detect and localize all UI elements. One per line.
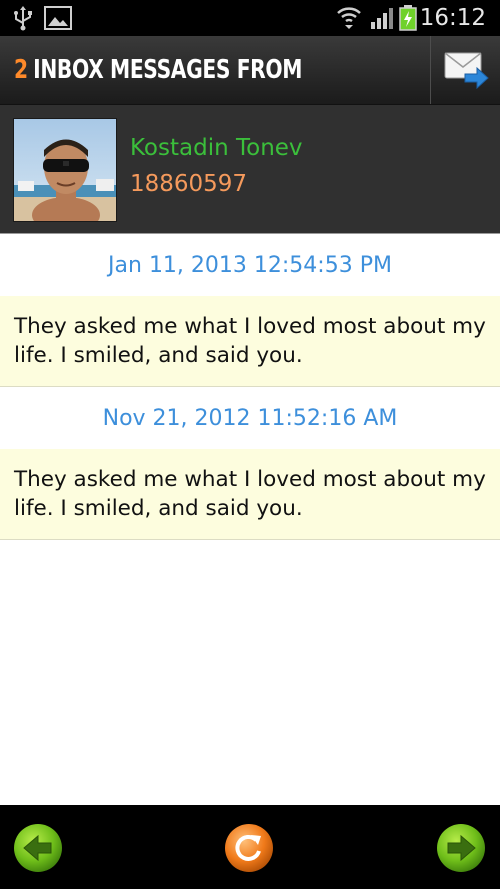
message-text[interactable]: They asked me what I loved most about my… — [0, 449, 500, 540]
arrow-left-icon — [14, 824, 62, 872]
status-time: 16:12 — [419, 5, 486, 31]
previous-button[interactable] — [13, 823, 63, 873]
avatar[interactable] — [13, 118, 117, 222]
compose-button[interactable] — [431, 36, 500, 104]
title-bar: 2 INBOX MESSAGES FROM — [0, 36, 500, 105]
contact-header: Kostadin Tonev 18860597 — [0, 105, 500, 234]
contact-name[interactable]: Kostadin Tonev — [130, 135, 303, 161]
message-list: Jan 11, 2013 12:54:53 PM They asked me w… — [0, 234, 500, 540]
title-text: INBOX MESSAGES FROM — [33, 55, 303, 85]
message-item[interactable]: Jan 11, 2013 12:54:53 PM They asked me w… — [0, 234, 500, 387]
wifi-icon — [337, 7, 361, 29]
avatar-image — [14, 119, 116, 221]
message-date: Jan 11, 2013 12:54:53 PM — [0, 234, 500, 296]
message-text[interactable]: They asked me what I loved most about my… — [0, 296, 500, 387]
next-button[interactable] — [436, 823, 486, 873]
bottom-bar — [0, 805, 500, 889]
refresh-button[interactable] — [224, 823, 274, 873]
message-item[interactable]: Nov 21, 2012 11:52:16 AM They asked me w… — [0, 387, 500, 540]
status-bar: 16:12 — [0, 0, 500, 36]
image-icon — [44, 6, 72, 30]
message-count: 2 — [14, 55, 28, 85]
arrow-right-icon — [437, 824, 485, 872]
compose-message-icon — [444, 52, 489, 90]
message-date: Nov 21, 2012 11:52:16 AM — [0, 387, 500, 449]
battery-charging-icon — [399, 5, 417, 31]
usb-icon — [14, 6, 32, 31]
contact-number[interactable]: 18860597 — [130, 171, 247, 197]
page-title: 2 INBOX MESSAGES FROM — [14, 36, 302, 104]
refresh-icon — [225, 824, 273, 872]
signal-icon — [371, 8, 393, 29]
